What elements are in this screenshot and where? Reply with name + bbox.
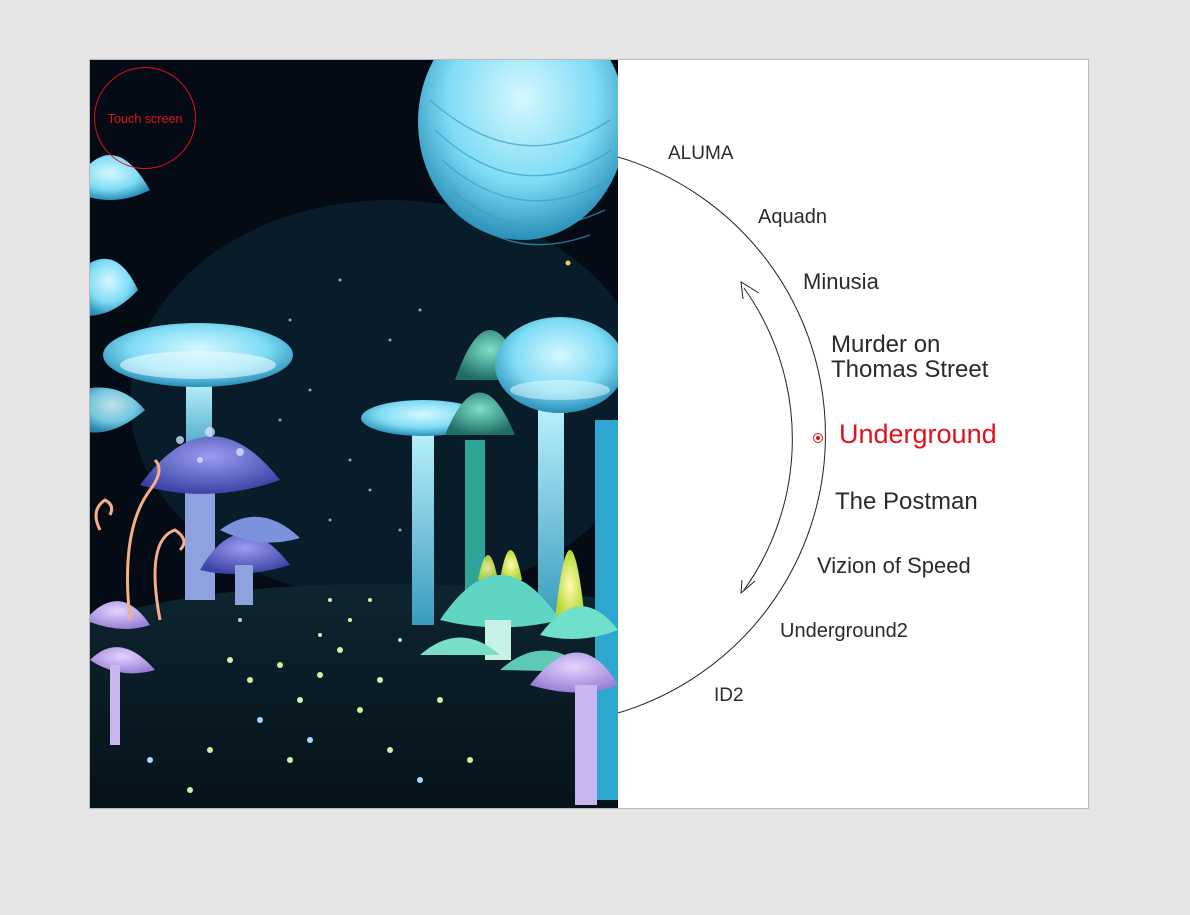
menu-item-underground[interactable]: Underground [839,420,997,449]
mushroom-forest-illustration [90,60,618,808]
menu-item-minusia[interactable]: Minusia [803,270,879,293]
touch-screen-label: Touch screen [107,110,183,126]
menu-item-murder-on-thomas-street[interactable]: Murder on Thomas Street [831,332,1031,383]
touch-screen-button[interactable]: Touch screen [94,67,196,169]
title-wheel-menu[interactable]: ALUMA Aquadn Minusia Murder on Thomas St… [618,60,1088,808]
menu-item-aluma[interactable]: ALUMA [668,144,733,164]
selected-dot-icon [813,433,823,443]
preview-image: Touch screen [90,60,618,808]
menu-item-vizion-of-speed[interactable]: Vizion of Speed [817,554,971,577]
arrow-down-icon[interactable] [740,579,756,595]
menu-item-underground2[interactable]: Underground2 [780,621,908,642]
scroll-track-arc [743,287,793,591]
menu-item-aquadn[interactable]: Aquadn [758,207,827,228]
menu-item-the-postman[interactable]: The Postman [835,489,978,514]
app-frame: Touch screen ALUMA Aquadn Minusia Murder… [89,59,1089,809]
menu-item-id2[interactable]: ID2 [714,686,744,706]
